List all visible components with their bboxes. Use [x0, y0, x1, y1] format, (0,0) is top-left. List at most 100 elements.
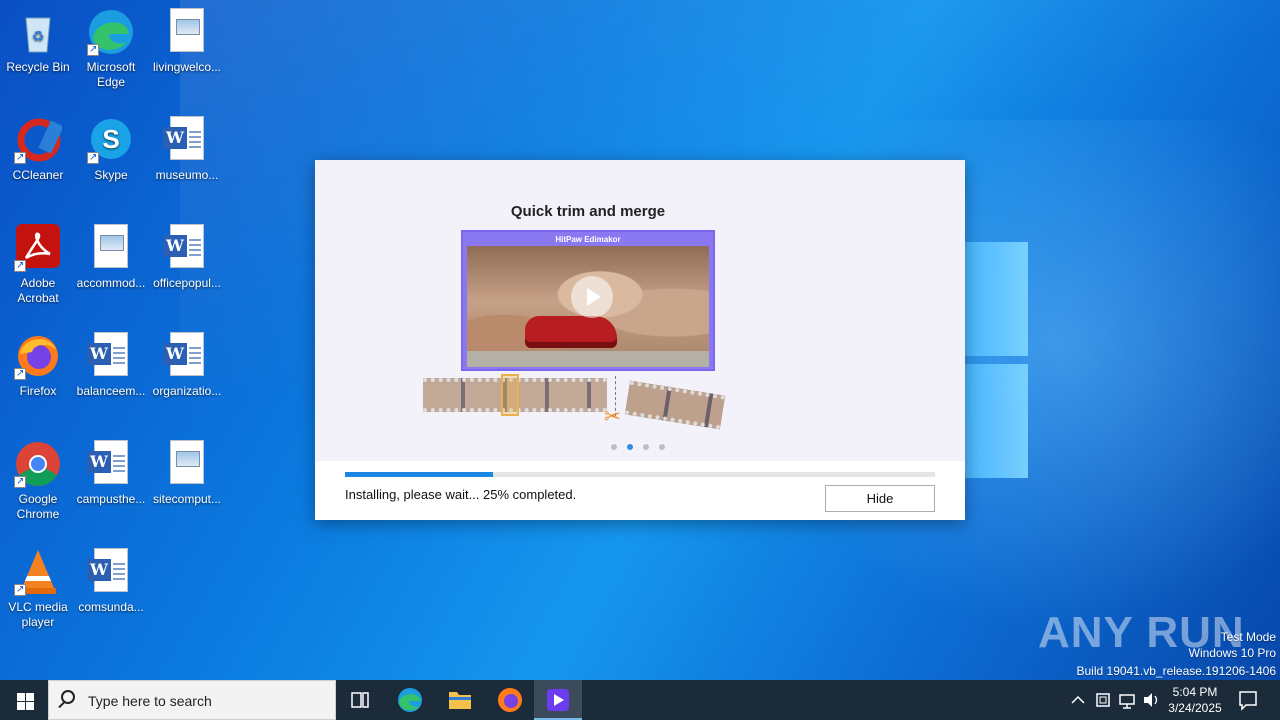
desktop-icon-ccleaner[interactable]: CCleaner	[0, 116, 76, 183]
windows-icon	[17, 693, 25, 701]
installer-showcase: Quick trim and merge HitPaw Edimakor ✂	[315, 160, 965, 461]
tray-app-icon[interactable]	[1092, 680, 1114, 720]
chrome-icon	[14, 440, 62, 489]
hitpaw-icon	[547, 689, 569, 711]
taskbar-hitpaw-installer[interactable]	[534, 680, 582, 720]
desktop-icon-accommod[interactable]: accommod...	[73, 224, 149, 291]
image-file-icon	[163, 8, 211, 56]
show-hidden-icons[interactable]	[1068, 680, 1088, 720]
clock-time: 5:04 PM	[1172, 685, 1218, 699]
taskbar-edge[interactable]	[386, 680, 434, 720]
task-view-button[interactable]	[336, 680, 384, 720]
firefox-icon	[14, 332, 62, 381]
skype-icon: S	[87, 116, 135, 165]
network-icon[interactable]	[1116, 680, 1138, 720]
svg-text:♻: ♻	[32, 28, 45, 44]
desktop-icon-label: officepopul...	[153, 276, 221, 290]
preview-brand: HitPaw Edimakor	[555, 235, 621, 244]
word-document-icon: W	[163, 224, 211, 272]
desktop-icon-vlc[interactable]: VLC media player	[0, 548, 76, 630]
desktop-icon-museumo[interactable]: W museumo...	[149, 116, 225, 183]
desktop-icon-label: campusthe...	[76, 492, 146, 506]
carousel-dot[interactable]	[659, 444, 665, 450]
device-icon	[1096, 693, 1110, 707]
taskbar-clock[interactable]: 5:04 PM 3/24/2025	[1160, 684, 1230, 716]
filmstrip-cut	[624, 380, 726, 430]
desktop-icon-label: livingwelco...	[152, 60, 222, 74]
preview-scene	[467, 246, 709, 367]
desktop-icon-recycle-bin[interactable]: ♻ Recycle Bin	[0, 8, 76, 75]
desktop-icon-balanceem[interactable]: W balanceem...	[73, 332, 149, 399]
chevron-up-icon	[1071, 695, 1085, 704]
desktop-icon-label: CCleaner	[12, 168, 64, 182]
desktop-icon-comsunda[interactable]: W comsunda...	[73, 548, 149, 615]
windows-edition-label: Windows 10 Pro	[1188, 646, 1276, 660]
network-icon-glyph	[1119, 694, 1135, 709]
firefox-icon	[498, 688, 522, 712]
desktop-icon-label: balanceem...	[76, 384, 146, 398]
desktop-icon-label: Skype	[94, 168, 128, 182]
start-button[interactable]	[0, 680, 48, 720]
build-label: Build 19041.vb_release.191206-1406	[1076, 664, 1277, 678]
desktop-icon-google-chrome[interactable]: Google Chrome	[0, 440, 76, 522]
taskbar: Type here to search 5:04 PM 3/24/2025	[0, 680, 1280, 720]
installer-dialog: Quick trim and merge HitPaw Edimakor ✂ I…	[315, 160, 965, 520]
search-icon	[61, 690, 75, 704]
notification-icon	[1239, 691, 1257, 711]
wallpaper-windows-logo	[965, 228, 1030, 480]
desktop-icon-microsoft-edge[interactable]: Microsoft Edge	[73, 8, 149, 90]
volume-icon[interactable]	[1140, 680, 1162, 720]
desktop-icon-sitecomput[interactable]: sitecomput...	[149, 440, 225, 507]
taskbar-firefox[interactable]	[486, 680, 534, 720]
trim-handle	[501, 374, 519, 416]
word-document-icon: W	[87, 548, 135, 596]
adobe-acrobat-icon	[14, 224, 62, 273]
word-document-icon: W	[87, 332, 135, 380]
desktop-icon-label: accommod...	[76, 276, 146, 290]
taskbar-file-explorer[interactable]	[436, 680, 484, 720]
desktop-icon-adobe-acrobat[interactable]: Adobe Acrobat	[0, 224, 76, 306]
desktop-icon-label: Recycle Bin	[6, 60, 70, 74]
desktop-icon-label: Adobe Acrobat	[17, 276, 59, 305]
vlc-icon	[14, 548, 62, 597]
word-document-icon: W	[163, 332, 211, 380]
image-file-icon	[87, 224, 135, 272]
carousel-dot-active[interactable]	[627, 444, 633, 450]
car-image	[525, 316, 617, 348]
carousel-dot[interactable]	[643, 444, 649, 450]
test-mode-label: Test Mode	[1220, 630, 1276, 644]
install-progress-bar	[345, 472, 935, 477]
desktop-icon-firefox[interactable]: Firefox	[0, 332, 76, 399]
image-file-icon	[163, 440, 211, 488]
desktop-icon-label: sitecomput...	[152, 492, 222, 506]
ccleaner-icon	[14, 116, 64, 165]
word-document-icon: W	[163, 116, 211, 164]
desktop-icon-campusthe[interactable]: W campusthe...	[73, 440, 149, 507]
edge-icon	[87, 8, 135, 57]
svg-text:S: S	[102, 124, 119, 154]
progress-fill	[345, 472, 493, 477]
desktop-icon-skype[interactable]: S Skype	[73, 116, 149, 183]
play-icon	[571, 276, 613, 318]
clock-date: 3/24/2025	[1168, 701, 1222, 715]
desktop-icon-label: comsunda...	[78, 600, 144, 614]
search-placeholder: Type here to search	[88, 693, 212, 709]
hide-button[interactable]: Hide	[825, 485, 935, 512]
action-center-button[interactable]	[1234, 680, 1262, 720]
video-preview: HitPaw Edimakor	[461, 230, 715, 371]
desktop-icon-label: Firefox	[19, 384, 57, 398]
scissors-icon: ✂	[604, 406, 621, 428]
folder-icon	[449, 692, 471, 709]
carousel-dot[interactable]	[611, 444, 617, 450]
desktop-icon-livingwelco[interactable]: livingwelco...	[149, 8, 225, 75]
desktop-icon-label: museumo...	[155, 168, 219, 182]
carousel-dots	[611, 444, 671, 452]
recycle-bin-icon: ♻	[14, 8, 62, 56]
word-document-icon: W	[87, 440, 135, 488]
taskbar-search[interactable]: Type here to search	[48, 680, 336, 720]
feature-title: Quick trim and merge	[510, 203, 666, 220]
desktop-icon-organizatio[interactable]: W organizatio...	[149, 332, 225, 399]
desktop-icon-officepopul[interactable]: W officepopul...	[149, 224, 225, 291]
task-view-icon	[351, 692, 369, 708]
desktop-icon-label: Microsoft Edge	[86, 60, 136, 89]
